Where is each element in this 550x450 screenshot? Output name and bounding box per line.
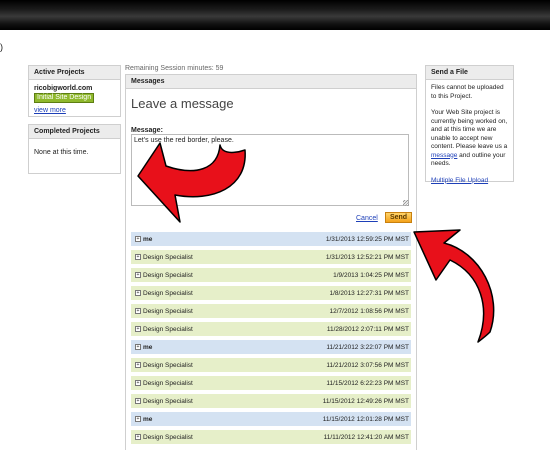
expand-icon[interactable]: + bbox=[135, 308, 141, 314]
thread-row[interactable]: + me 1/31/2013 12:59:25 PM MST bbox=[131, 232, 411, 246]
username: ricobigworld.com bbox=[34, 85, 93, 92]
thread-row[interactable]: + Design Specialist 11/28/2012 2:07:11 PM … bbox=[131, 322, 411, 336]
expand-icon[interactable]: + bbox=[135, 434, 141, 440]
red-arrow-to-send-button bbox=[413, 229, 495, 343]
thread-row[interactable]: + Design Specialist 1/8/2013 12:27:31 PM M… bbox=[131, 286, 411, 300]
message-textarea[interactable]: Let's use the red border, please. bbox=[131, 134, 409, 206]
thread-date: 1/31/2013 12:59:25 PM MST bbox=[325, 235, 409, 243]
completed-projects-empty: None at this time. bbox=[34, 149, 89, 156]
top-banner bbox=[0, 0, 550, 30]
messages-title: Messages bbox=[126, 75, 416, 89]
thread-sender: Design Specialist bbox=[143, 289, 193, 297]
expand-icon[interactable]: + bbox=[135, 362, 141, 368]
thread-sender: Design Specialist bbox=[143, 271, 193, 279]
completed-projects-title: Completed Projects bbox=[29, 125, 120, 139]
thread-sender: Design Specialist bbox=[143, 307, 193, 315]
expand-icon[interactable]: + bbox=[135, 236, 141, 242]
upload-disabled-text: Files cannot be uploaded to this Project… bbox=[431, 84, 504, 100]
thread-row[interactable]: + Design Specialist 11/11/2012 12:41:20 AM… bbox=[131, 430, 411, 444]
active-projects-panel: Active Projects ricobigworld.com Initial… bbox=[28, 65, 121, 117]
expand-icon[interactable]: + bbox=[135, 416, 141, 422]
message-thread: + me 1/31/2013 12:59:25 PM MST + Design Spec… bbox=[131, 232, 411, 448]
thread-row[interactable]: + Design Specialist 11/15/2012 6:22:23 PM … bbox=[131, 376, 411, 390]
thread-date: 11/11/2012 12:41:20 AM MST bbox=[323, 433, 409, 441]
expand-icon[interactable]: + bbox=[135, 344, 141, 350]
thread-sender: Design Specialist bbox=[143, 379, 193, 387]
thread-sender: Design Specialist bbox=[143, 361, 193, 369]
leave-message-heading: Leave a message bbox=[131, 96, 234, 111]
completed-projects-panel: Completed Projects None at this time. bbox=[28, 124, 121, 174]
active-projects-title: Active Projects bbox=[29, 66, 120, 80]
thread-sender: Design Specialist bbox=[143, 433, 193, 441]
expand-icon[interactable]: + bbox=[135, 254, 141, 260]
thread-row[interactable]: + me 11/21/2012 3:22:07 PM MST bbox=[131, 340, 411, 354]
header-partial-text: ) bbox=[0, 42, 3, 52]
thread-date: 11/28/2012 2:07:11 PM MST bbox=[326, 325, 409, 333]
expand-icon[interactable]: + bbox=[135, 380, 141, 386]
thread-row[interactable]: + me 11/15/2012 12:01:28 PM MST bbox=[131, 412, 411, 426]
thread-row[interactable]: + Design Specialist 12/7/2012 1:08:56 PM M… bbox=[131, 304, 411, 318]
send-file-panel: Send a File Files cannot be uploaded to … bbox=[425, 65, 514, 184]
expand-icon[interactable]: + bbox=[135, 398, 141, 404]
thread-sender: me bbox=[143, 235, 153, 243]
multiple-file-upload-link[interactable]: Multiple File Upload bbox=[431, 177, 488, 184]
thread-date: 11/15/2012 12:49:26 PM MST bbox=[322, 397, 409, 405]
thread-date: 1/8/2013 12:27:31 PM MST bbox=[329, 289, 410, 297]
messages-panel: Messages Leave a message Message: Let's … bbox=[125, 74, 417, 450]
thread-date: 11/15/2012 6:22:23 PM MST bbox=[326, 379, 409, 387]
thread-row[interactable]: + Design Specialist 1/9/2013 1:04:25 PM MS… bbox=[131, 268, 411, 282]
view-more-link[interactable]: view more bbox=[34, 107, 66, 114]
expand-icon[interactable]: + bbox=[135, 290, 141, 296]
thread-date: 11/21/2012 3:22:07 PM MST bbox=[326, 343, 409, 351]
cancel-link[interactable]: Cancel bbox=[356, 215, 378, 222]
thread-date: 1/9/2013 1:04:25 PM MST bbox=[333, 271, 409, 279]
thread-sender: me bbox=[143, 343, 153, 351]
thread-sender: Design Specialist bbox=[143, 253, 193, 261]
status-text-part: Your Web Site project is currently being… bbox=[431, 109, 508, 150]
thread-row[interactable]: + Design Specialist 11/21/2012 3:07:56 PM … bbox=[131, 358, 411, 372]
remaining-session-text: Remaining Session minutes: 59 bbox=[125, 65, 224, 72]
expand-icon[interactable]: + bbox=[135, 326, 141, 332]
send-button[interactable]: Send bbox=[385, 212, 412, 223]
thread-row[interactable]: + Design Specialist 11/15/2012 12:49:26 PM… bbox=[131, 394, 411, 408]
thread-date: 12/7/2012 1:08:56 PM MST bbox=[329, 307, 410, 315]
thread-sender: Design Specialist bbox=[143, 325, 193, 333]
thread-date: 11/21/2012 3:07:56 PM MST bbox=[326, 361, 409, 369]
project-badge-initial-site-design[interactable]: Initial Site Design bbox=[34, 93, 95, 103]
thread-date: 11/15/2012 12:01:28 PM MST bbox=[322, 415, 409, 423]
thread-sender: Design Specialist bbox=[143, 397, 193, 405]
thread-date: 1/31/2013 12:52:21 PM MST bbox=[325, 253, 409, 261]
thread-sender: me bbox=[143, 415, 153, 423]
project-status-text: Your Web Site project is currently being… bbox=[431, 109, 508, 169]
message-link[interactable]: message bbox=[431, 152, 457, 159]
textarea-resize-grip[interactable] bbox=[403, 200, 409, 206]
thread-row[interactable]: + Design Specialist 1/31/2013 12:52:21 PM … bbox=[131, 250, 411, 264]
send-file-title: Send a File bbox=[426, 66, 513, 80]
expand-icon[interactable]: + bbox=[135, 272, 141, 278]
message-label: Message: bbox=[131, 127, 163, 134]
